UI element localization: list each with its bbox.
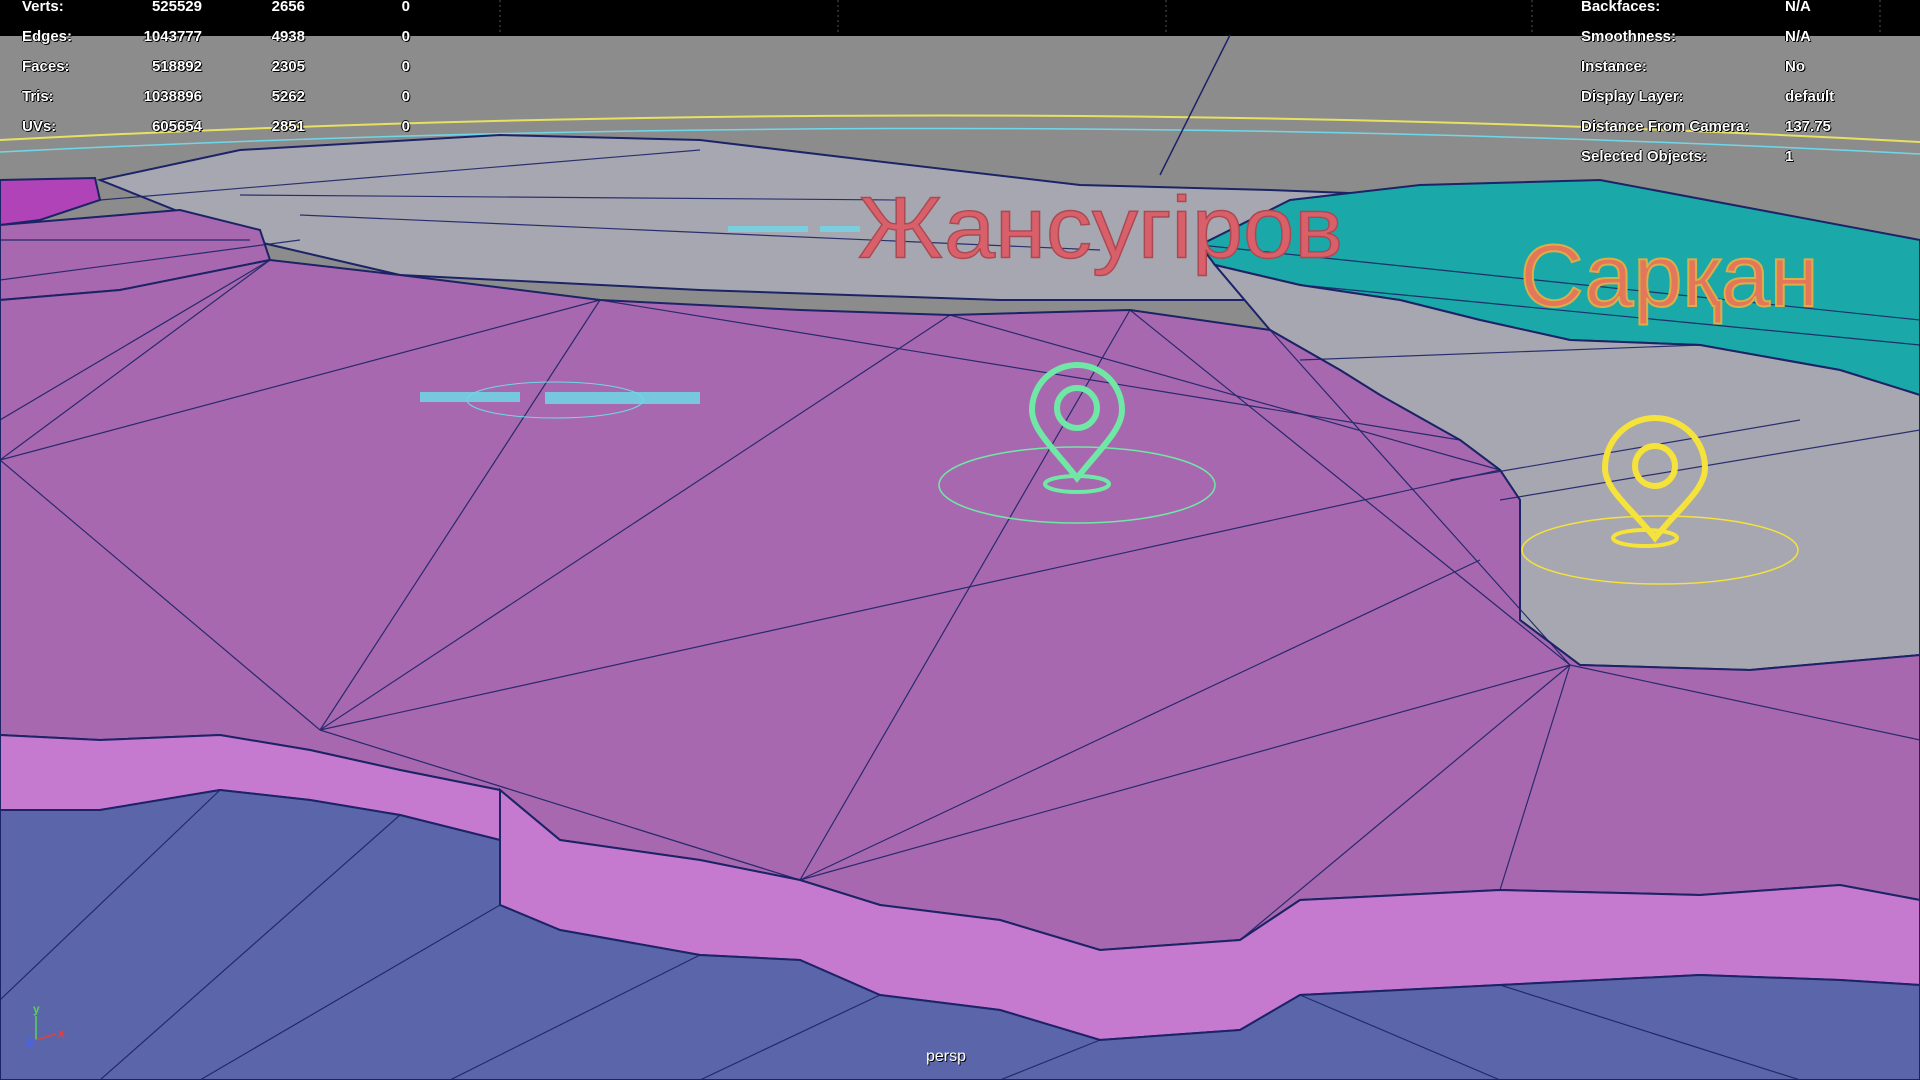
hud-info-value: N/A (1785, 0, 1811, 15)
city-label-sarkan[interactable]: Сарқан (1519, 231, 1819, 321)
hud-stat-label: UVs: (22, 118, 57, 135)
hud-stat-selected: 2305 (271, 58, 305, 75)
axis-y-label: y (33, 1002, 40, 1016)
hud-stat-selected: 2851 (271, 118, 305, 135)
hud-stat-selected: 5262 (271, 88, 305, 105)
hud-stat-value: 1043777 (143, 28, 202, 45)
hud-info-label: Selected Objects: (1581, 148, 1707, 165)
hud-stat-label: Faces: (22, 58, 70, 75)
axis-x-label: x (58, 1026, 65, 1040)
hud-stat-selected: 4938 (271, 28, 305, 45)
hud-stat-component: 0 (401, 0, 410, 15)
axis-gizmo-icon: y x z (24, 1000, 74, 1050)
hud-stat-selected: 2656 (271, 0, 305, 15)
hud-info-value: No (1785, 58, 1805, 75)
hud-stat-value: 525529 (151, 0, 202, 15)
hud-info-label: Backfaces: (1581, 0, 1661, 15)
hud-stat-component: 0 (401, 88, 410, 105)
hud-poly-count: Verts: 525529 2656 0 Edges: 1043777 4938… (22, 0, 422, 137)
hud-stat-label: Verts: (22, 0, 64, 15)
hud-info-label: Instance: (1581, 58, 1647, 75)
hud-info-value: N/A (1785, 28, 1811, 45)
hud-stat-component: 0 (401, 118, 410, 135)
hud-info-label: Distance From Camera: (1581, 118, 1750, 135)
camera-name-label: persp (926, 1048, 967, 1065)
hud-stat-component: 0 (401, 58, 410, 75)
axis-z-label: z (26, 1034, 32, 1048)
cyan-text-mesh-back (728, 226, 860, 232)
hud-info-label: Smoothness: (1581, 28, 1677, 45)
city-label-zhansugirov[interactable]: Жансугіров (857, 184, 1344, 273)
hud-info-value: default (1785, 88, 1835, 105)
hud-stat-label: Edges: (22, 28, 73, 45)
hud-stat-value: 1038896 (143, 88, 202, 105)
3d-viewport[interactable]: Жансугіров Сарқан Verts: 525529 2656 0 E… (0, 0, 1920, 1080)
hud-stat-label: Tris: (22, 88, 54, 105)
hud-stat-value: 605654 (151, 118, 202, 135)
hud-info-label: Display Layer: (1581, 88, 1684, 105)
hud-info-value: 1 (1785, 148, 1794, 165)
hud-stat-value: 518892 (151, 58, 202, 75)
hud-object-info: Backfaces: N/A Smoothness: N/A Instance:… (1581, 0, 1911, 167)
hud-stat-component: 0 (401, 28, 410, 45)
hud-info-value: 137.75 (1785, 118, 1831, 135)
